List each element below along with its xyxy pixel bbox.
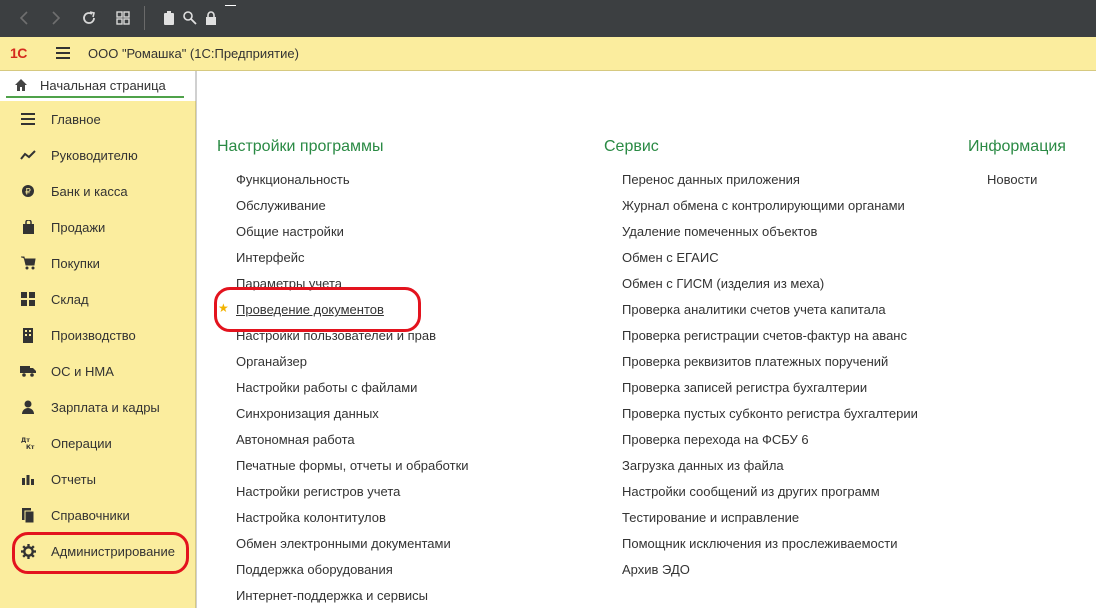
app-header: 1С ООО "Ромашка" (1С:Предприятие) — [0, 37, 1096, 71]
home-icon — [15, 79, 27, 91]
refresh-icon[interactable] — [79, 8, 99, 28]
sidebar-item-reports[interactable]: Отчеты — [0, 461, 196, 497]
link-payment-check[interactable]: Проверка реквизитов платежных поручений — [622, 354, 888, 369]
sidebar-item-label: Отчеты — [51, 471, 96, 487]
sidebar-item-label: Банк и касса — [51, 183, 128, 199]
svg-text:Кт: Кт — [26, 444, 35, 450]
sidebar-item-label: ОС и НМА — [51, 363, 114, 379]
link-headers-footers[interactable]: Настройка колонтитулов — [236, 510, 386, 525]
browser-toolbar — [0, 0, 1096, 37]
link-data-transfer[interactable]: Перенос данных приложения — [622, 172, 800, 187]
link-traceability[interactable]: Помощник исключения из прослеживаемости — [622, 536, 897, 551]
truck-icon — [20, 363, 36, 379]
warehouse-icon — [20, 291, 36, 307]
highlight-oval-document-posting — [214, 287, 421, 332]
link-egais[interactable]: Обмен с ЕГАИС — [622, 250, 719, 265]
sidebar-item-payroll[interactable]: Зарплата и кадры — [0, 389, 196, 425]
link-maintenance[interactable]: Обслуживание — [236, 198, 326, 213]
link-news[interactable]: Новости — [987, 172, 1037, 187]
link-offline-work[interactable]: Автономная работа — [236, 432, 355, 447]
sidebar-item-purchases[interactable]: Покупки — [0, 245, 196, 281]
link-edi[interactable]: Обмен электронными документами — [236, 536, 451, 551]
tab-home[interactable]: Начальная страница — [6, 74, 184, 98]
sidebar-item-label: Операции — [51, 435, 112, 451]
svg-text:₽: ₽ — [25, 188, 31, 198]
sidebar-item-bank[interactable]: ₽ Банк и касса — [0, 173, 196, 209]
dt-kt-icon: Дт Кт — [20, 435, 36, 451]
books-icon — [20, 507, 36, 523]
link-print-forms[interactable]: Печатные формы, отчеты и обработки — [236, 458, 469, 473]
section-title-service: Сервис — [604, 138, 659, 155]
link-fsbu-check[interactable]: Проверка перехода на ФСБУ 6 — [622, 432, 809, 447]
sidebar-item-label: Продажи — [51, 219, 106, 235]
link-internet-support[interactable]: Интернет-поддержка и сервисы — [236, 588, 428, 603]
link-subconto-check[interactable]: Проверка пустых субконто регистра бухгал… — [622, 406, 918, 421]
link-register-check[interactable]: Проверка записей регистра бухгалтерии — [622, 380, 867, 395]
person-icon — [20, 399, 36, 415]
grid-icon[interactable] — [113, 8, 133, 28]
back-icon[interactable] — [14, 8, 34, 28]
lock-icon[interactable] — [201, 8, 221, 28]
trend-icon — [20, 147, 36, 163]
sidebar-item-main[interactable]: Главное — [0, 101, 196, 137]
content-header — [196, 71, 1096, 101]
shopping-bag-icon — [20, 219, 36, 235]
factory-icon — [20, 327, 36, 343]
highlight-oval-administration — [12, 532, 189, 574]
sidebar-item-assets[interactable]: ОС и НМА — [0, 353, 196, 389]
app-title: ООО "Ромашка" (1С:Предприятие) — [88, 46, 299, 61]
menu-icon[interactable] — [56, 47, 70, 62]
link-delete-marked[interactable]: Удаление помеченных объектов — [622, 224, 817, 239]
coin-icon: ₽ — [20, 183, 36, 199]
link-invoice-check[interactable]: Проверка регистрации счетов-фактур на ав… — [622, 328, 907, 343]
toolbar-indicator — [225, 5, 236, 6]
toolbar-divider — [144, 6, 145, 30]
link-testing[interactable]: Тестирование и исправление — [622, 510, 799, 525]
link-data-sync[interactable]: Синхронизация данных — [236, 406, 379, 421]
link-organizer[interactable]: Органайзер — [236, 354, 307, 369]
sidebar-item-production[interactable]: Производство — [0, 317, 196, 353]
sidebar-item-operations[interactable]: Дт Кт Операции — [0, 425, 196, 461]
link-general-settings[interactable]: Общие настройки — [236, 224, 344, 239]
sidebar-item-label: Покупки — [51, 255, 100, 271]
link-file-import[interactable]: Загрузка данных из файла — [622, 458, 784, 473]
sidebar-item-label: Справочники — [51, 507, 130, 523]
sidebar-item-manager[interactable]: Руководителю — [0, 137, 196, 173]
link-message-settings[interactable]: Настройки сообщений из других программ — [622, 484, 880, 499]
section-title-settings: Настройки программы — [217, 138, 384, 155]
tab-home-label: Начальная страница — [40, 77, 166, 93]
tab-strip: Начальная страница — [0, 71, 196, 101]
link-file-settings[interactable]: Настройки работы с файлами — [236, 380, 417, 395]
sidebar-item-warehouse[interactable]: Склад — [0, 281, 196, 317]
sidebar-item-label: Склад — [51, 291, 89, 307]
sidebar-item-label: Производство — [51, 327, 136, 343]
app-logo[interactable]: 1С — [10, 45, 27, 61]
bar-chart-icon — [20, 471, 36, 487]
sidebar-item-directories[interactable]: Справочники — [0, 497, 196, 533]
section-title-info: Информация — [968, 138, 1066, 155]
sidebar-item-label: Зарплата и кадры — [51, 399, 160, 415]
link-equipment[interactable]: Поддержка оборудования — [236, 562, 393, 577]
clipboard-icon[interactable] — [159, 8, 179, 28]
link-interface[interactable]: Интерфейс — [236, 250, 304, 265]
link-exchange-log[interactable]: Журнал обмена с контролирующими органами — [622, 198, 905, 213]
sidebar-item-label: Главное — [51, 111, 101, 127]
content-panel: Настройки программы Функциональность Обс… — [196, 101, 1096, 608]
link-register-settings[interactable]: Настройки регистров учета — [236, 484, 400, 499]
sidebar-item-label: Руководителю — [51, 147, 138, 163]
link-gism[interactable]: Обмен с ГИСМ (изделия из меха) — [622, 276, 824, 291]
menu-lines-icon — [20, 111, 36, 127]
link-edo-archive[interactable]: Архив ЭДО — [622, 562, 690, 577]
cart-icon — [20, 255, 36, 271]
link-functionality[interactable]: Функциональность — [236, 172, 350, 187]
forward-icon[interactable] — [46, 8, 66, 28]
search-icon[interactable] — [180, 8, 200, 28]
link-capital-check[interactable]: Проверка аналитики счетов учета капитала — [622, 302, 886, 317]
svg-text:Дт: Дт — [21, 437, 30, 444]
sidebar-item-sales[interactable]: Продажи — [0, 209, 196, 245]
